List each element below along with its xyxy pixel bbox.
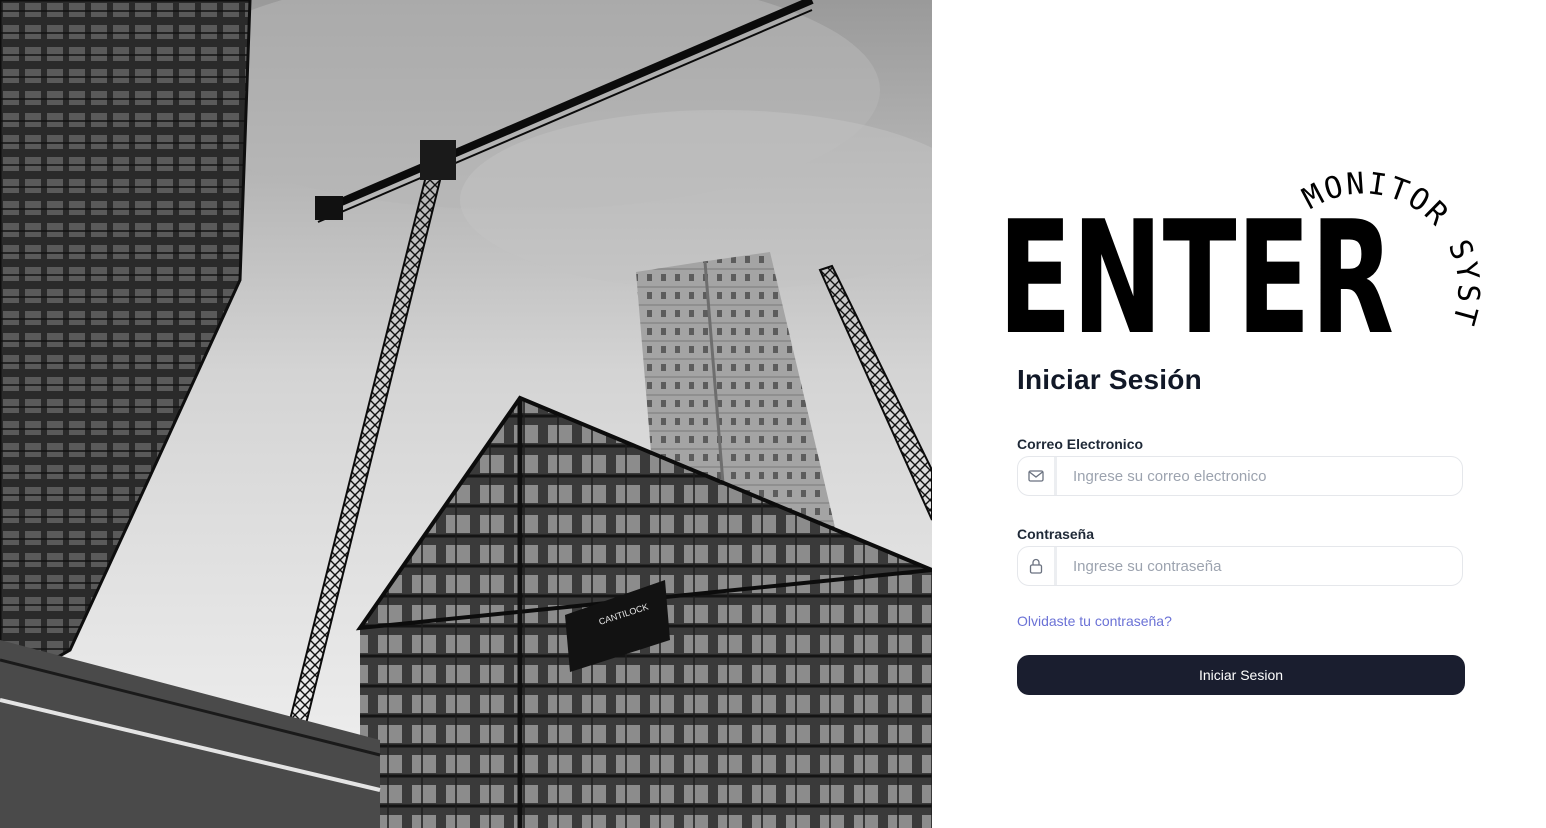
lock-icon [1018, 547, 1057, 585]
mail-icon [1018, 457, 1057, 495]
logo-wordmark: ENTER [998, 187, 1394, 340]
brand-logo: ENTER MONITOR SYSTEM [998, 140, 1484, 340]
login-panel [932, 0, 1546, 828]
login-button[interactable]: Iniciar Sesion [1017, 655, 1465, 695]
construction-illustration: CANTILOCK [0, 0, 932, 828]
password-input[interactable] [1057, 547, 1462, 585]
email-field[interactable] [1017, 456, 1463, 496]
hero-image: CANTILOCK [0, 0, 932, 828]
email-label: Correo Electronico [1017, 436, 1144, 452]
password-label: Contraseña [1017, 526, 1095, 542]
email-input[interactable] [1057, 457, 1462, 495]
page-title: Iniciar Sesión [1017, 364, 1202, 395]
password-field[interactable] [1017, 546, 1463, 586]
forgot-password-link[interactable]: Olvidaste tu contraseña? [1017, 613, 1172, 629]
